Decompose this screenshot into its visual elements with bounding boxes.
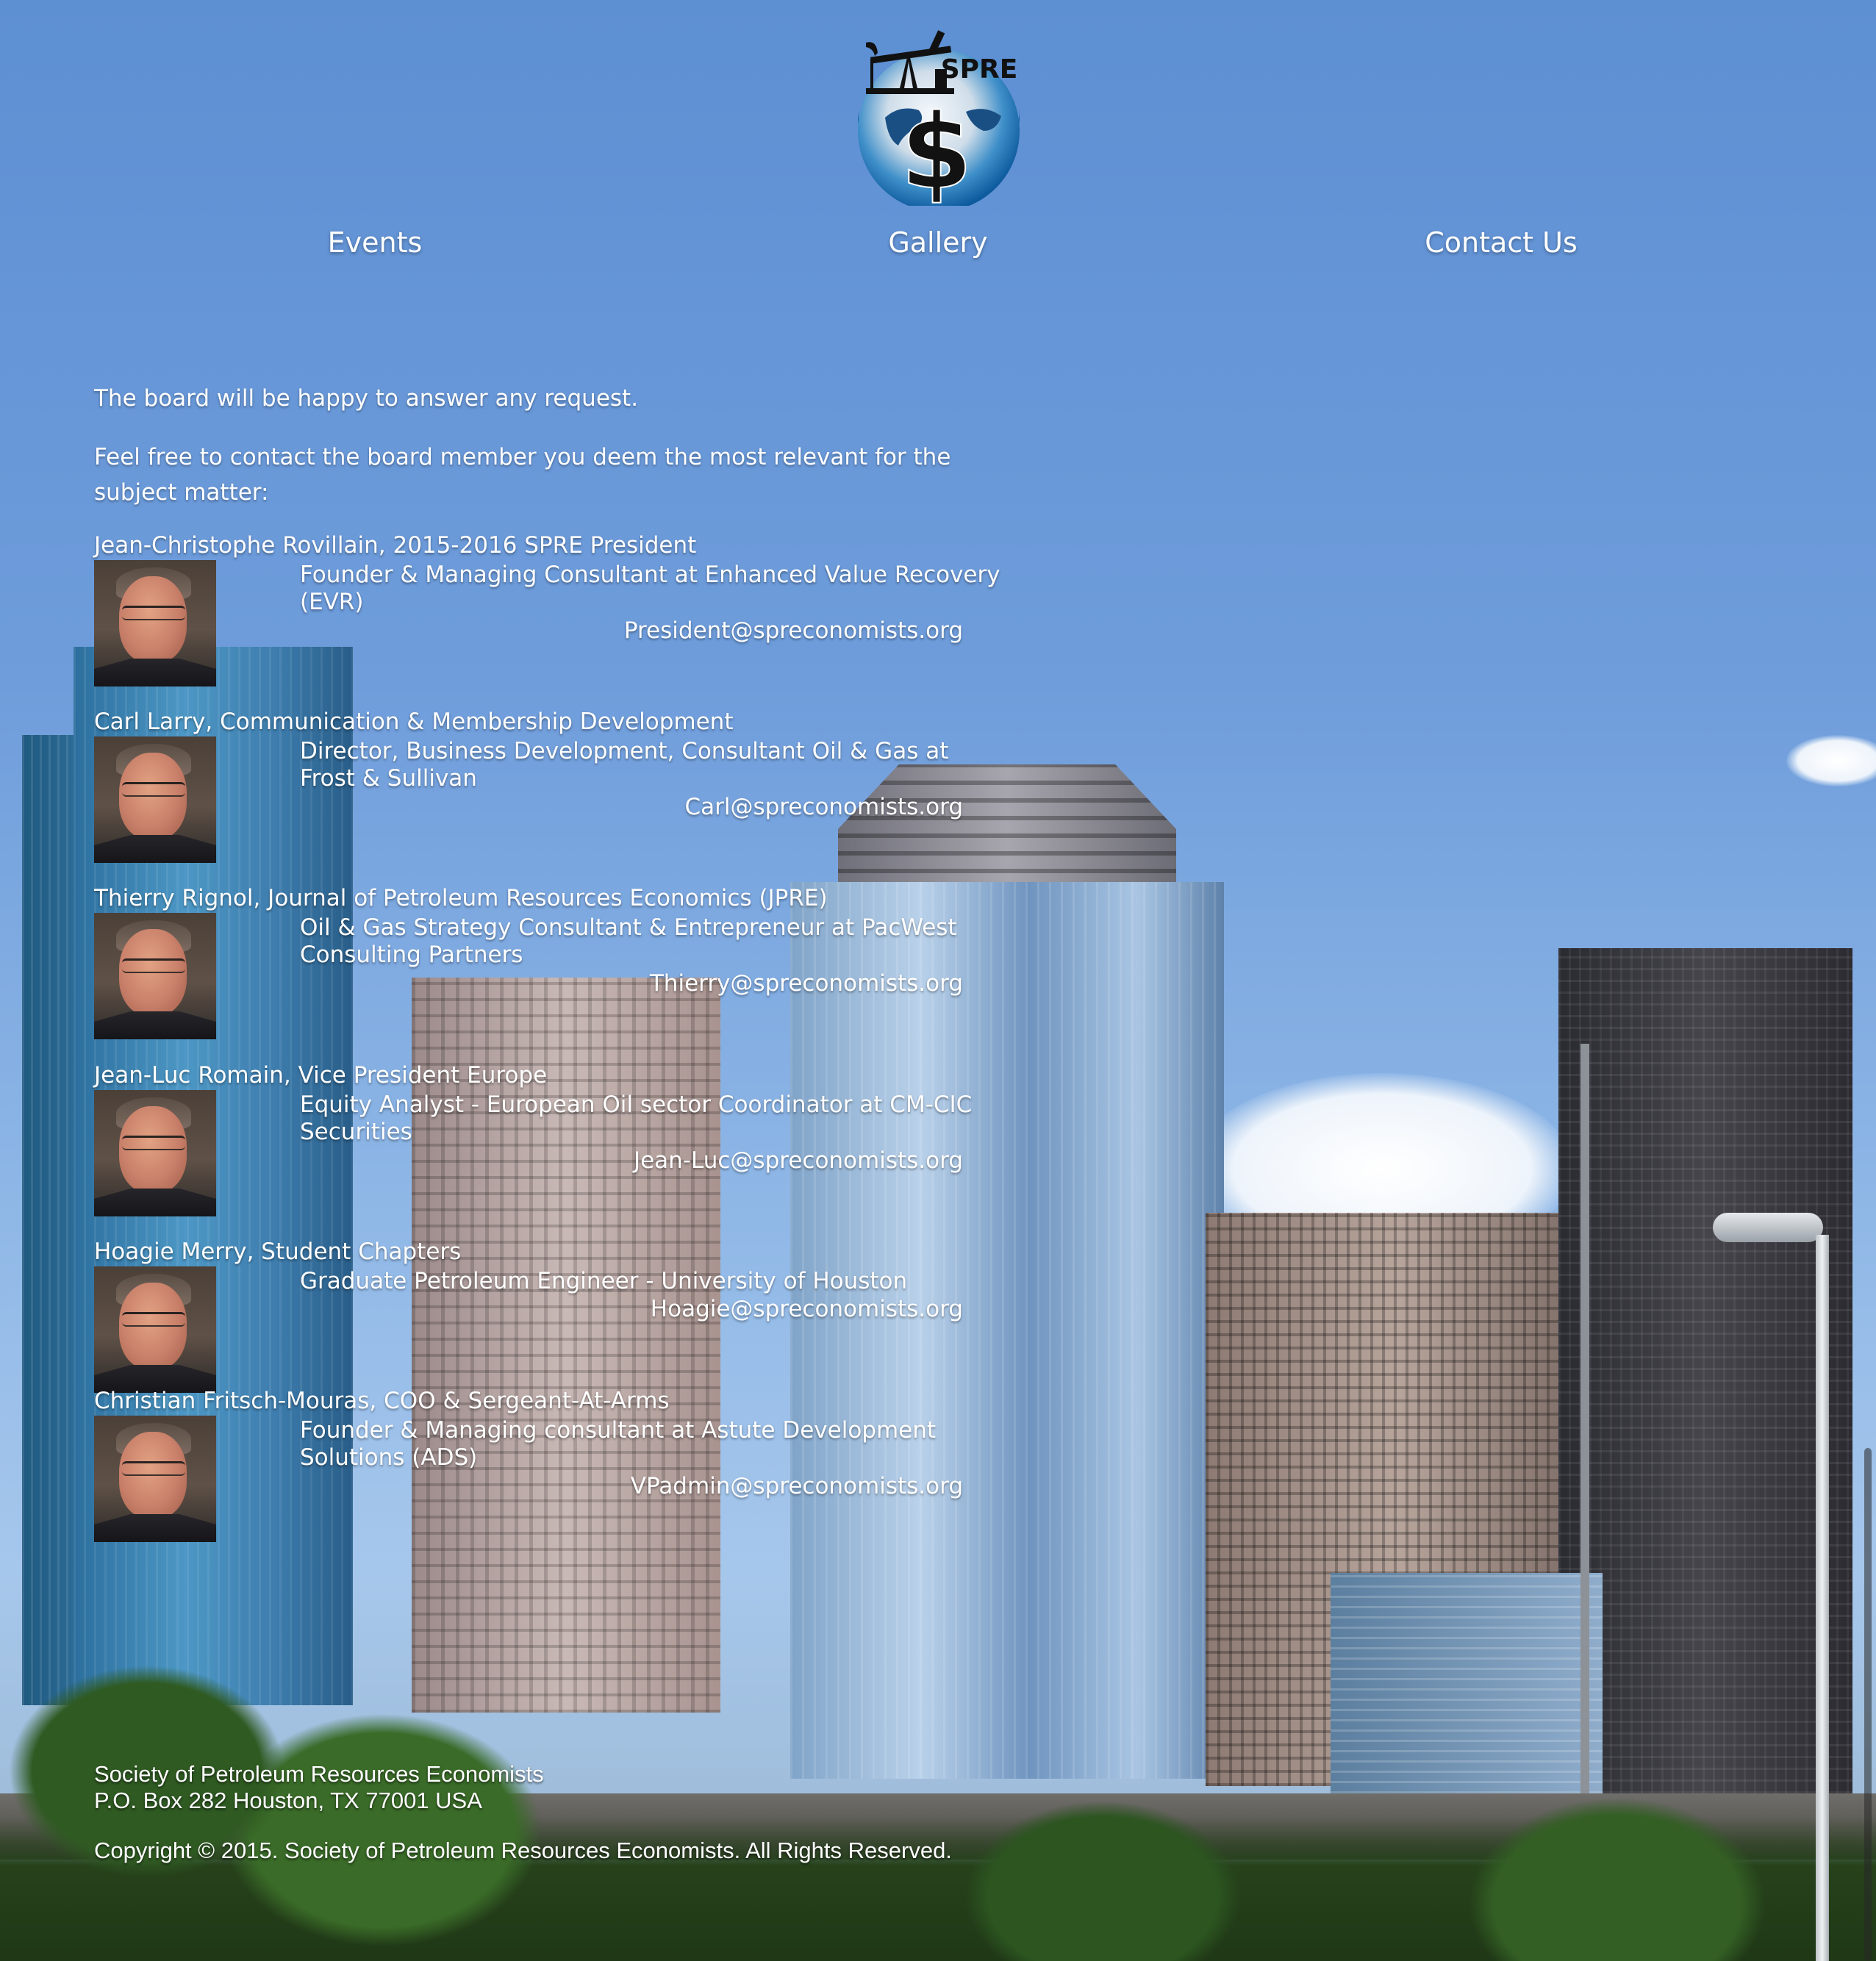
member-photo — [94, 560, 216, 686]
member-photo — [94, 1266, 216, 1393]
member-role: Founder & Managing Consultant at Enhance… — [300, 562, 1000, 615]
board-member-card: Hoagie Merry, Student Chapters Graduate … — [94, 1238, 1006, 1411]
site-footer: Society of Petroleum Resources Economist… — [94, 1761, 1123, 1864]
main-nav: Events Gallery Contact Us — [0, 226, 1876, 270]
member-email-link[interactable]: Carl@spreconomists.org — [684, 794, 963, 820]
member-name: Hoagie Merry, Student Chapters — [94, 1238, 462, 1265]
member-role: Founder & Managing consultant at Astute … — [300, 1417, 937, 1471]
member-email-link[interactable]: Jean-Luc@spreconomists.org — [634, 1147, 963, 1174]
intro-text: The board will be happy to answer any re… — [94, 385, 639, 412]
member-email-link[interactable]: Thierry@spreconomists.org — [650, 970, 963, 997]
member-name: Carl Larry, Communication & Membership D… — [94, 709, 734, 735]
member-photo — [94, 736, 216, 863]
member-name: Thierry Rignol, Journal of Petroleum Res… — [94, 885, 828, 911]
member-name: Jean-Christophe Rovillain, 2015-2016 SPR… — [94, 532, 697, 559]
board-member-card: Jean-Christophe Rovillain, 2015-2016 SPR… — [94, 532, 1006, 705]
svg-text:SPRE: SPRE — [941, 54, 1018, 85]
member-name: Christian Fritsch-Mouras, COO & Sergeant… — [94, 1388, 670, 1414]
page-scrollbar-thumb[interactable] — [1864, 1448, 1872, 1961]
member-role: Graduate Petroleum Engineer - University… — [300, 1268, 908, 1294]
nav-contact-us-link[interactable]: Contact Us — [1425, 226, 1578, 259]
oil-pumpjack-globe-dollar-icon: $ SPRE — [858, 30, 1020, 213]
member-email-link[interactable]: VPadmin@spreconomists.org — [631, 1473, 963, 1499]
member-role: Director, Business Development, Consulta… — [300, 738, 949, 792]
spre-logo[interactable]: $ SPRE — [856, 29, 1022, 213]
street-lamp-head — [1713, 1213, 1823, 1242]
member-role: Oil & Gas Strategy Consultant & Entrepre… — [300, 914, 957, 968]
member-email-link[interactable]: President@spreconomists.org — [624, 617, 963, 644]
board-member-card: Thierry Rignol, Journal of Petroleum Res… — [94, 885, 1006, 1058]
member-photo — [94, 1090, 216, 1216]
footer-address: P.O. Box 282 Houston, TX 77001 USA — [94, 1788, 482, 1813]
member-role: Equity Analyst - European Oil sector Coo… — [300, 1091, 973, 1145]
board-member-card: Christian Fritsch-Mouras, COO & Sergeant… — [94, 1388, 1006, 1560]
nav-gallery-link[interactable]: Gallery — [888, 226, 987, 259]
intro-subtext: Feel free to contact the board member yo… — [94, 444, 951, 506]
footer-copyright: Copyright © 2015. Society of Petroleum R… — [94, 1838, 952, 1863]
member-name: Jean-Luc Romain, Vice President Europe — [94, 1062, 548, 1089]
svg-text:$: $ — [901, 93, 972, 206]
nav-events-link[interactable]: Events — [328, 226, 423, 259]
footer-org-name: Society of Petroleum Resources Economist… — [94, 1761, 544, 1787]
member-email-link[interactable]: Hoagie@spreconomists.org — [651, 1296, 963, 1322]
board-member-card: Jean-Luc Romain, Vice President Europe E… — [94, 1062, 1006, 1235]
street-lamp — [1816, 1235, 1829, 1961]
board-member-card: Carl Larry, Communication & Membership D… — [94, 709, 1006, 881]
member-photo — [94, 1416, 216, 1542]
member-photo — [94, 913, 216, 1039]
